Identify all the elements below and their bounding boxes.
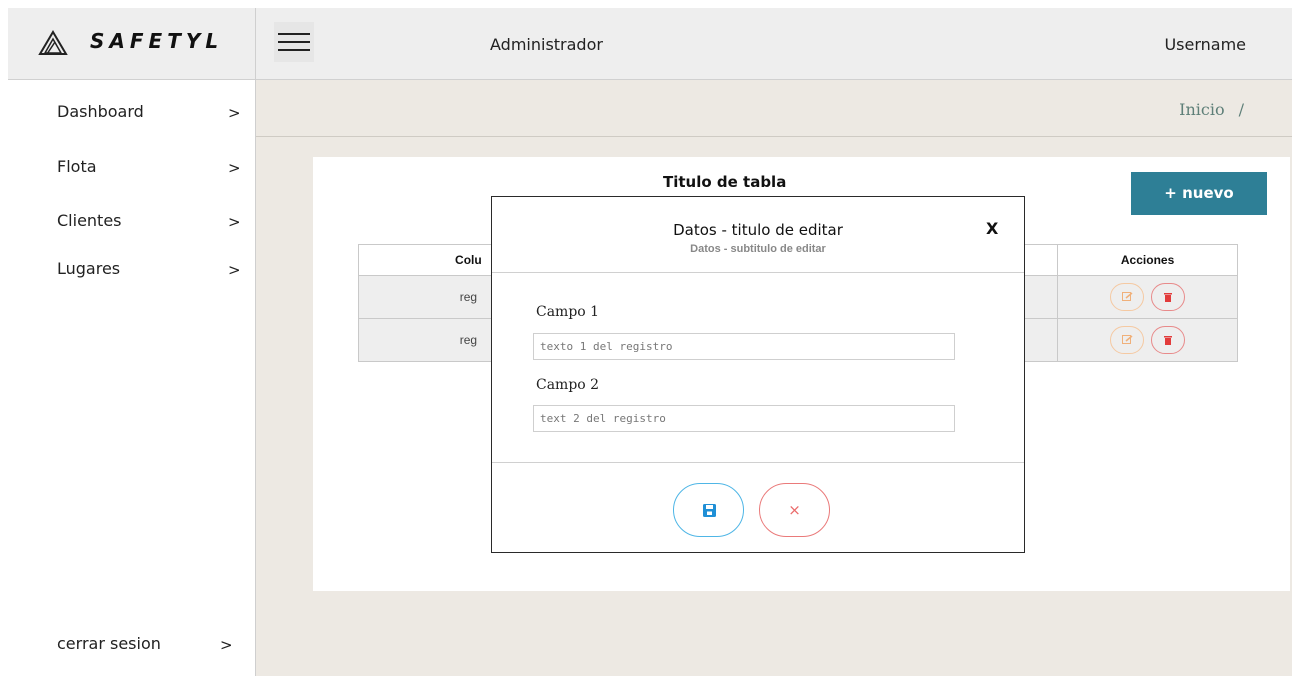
user-role: Administrador xyxy=(490,35,603,54)
trash-icon[interactable] xyxy=(1151,283,1186,311)
actions-cell xyxy=(1057,275,1238,319)
trash-icon[interactable] xyxy=(1151,326,1186,354)
sidebar: SAFETYL Dashboard > Flota > Clientes > L… xyxy=(8,8,256,676)
modal-body: Campo 1 Campo 2 xyxy=(492,274,1024,463)
field-label-campo-2: Campo 2 xyxy=(536,377,600,393)
column-header-actions: Acciones xyxy=(1057,244,1238,276)
top-header: Administrador Username xyxy=(256,8,1292,80)
sidebar-item-lugares[interactable]: Lugares > xyxy=(8,259,255,295)
field-label-campo-1: Campo 1 xyxy=(536,304,600,320)
triangle-logo-icon xyxy=(38,30,68,56)
campo-2-input[interactable] xyxy=(533,405,955,432)
hamburger-icon[interactable] xyxy=(274,22,314,62)
modal-footer: × xyxy=(492,464,1024,552)
sidebar-item-label: Lugares xyxy=(57,259,121,278)
sidebar-item-label: Clientes xyxy=(57,211,122,230)
sidebar-item-label: Flota xyxy=(57,157,97,176)
edit-icon[interactable] xyxy=(1109,326,1144,354)
breadcrumb-trail: Inicio / xyxy=(1179,100,1244,119)
chevron-right-icon: > xyxy=(220,636,233,654)
breadcrumb-separator: / xyxy=(1238,100,1244,119)
chevron-right-icon: > xyxy=(228,159,241,177)
edit-modal: Datos - titulo de editar Datos - subtitu… xyxy=(491,196,1025,553)
campo-1-input[interactable] xyxy=(533,333,955,360)
logout-button[interactable]: cerrar sesion > xyxy=(8,634,255,664)
brand-name: SAFETYL xyxy=(90,29,224,53)
modal-close-button[interactable]: X xyxy=(986,219,998,238)
edit-icon[interactable] xyxy=(1109,283,1144,311)
save-button[interactable] xyxy=(673,483,744,537)
username-menu[interactable]: Username xyxy=(1164,35,1246,54)
brand-bar: SAFETYL xyxy=(8,8,255,80)
chevron-right-icon: > xyxy=(228,104,241,122)
new-record-button[interactable]: + nuevo xyxy=(1131,172,1267,215)
cancel-button[interactable]: × xyxy=(759,483,830,537)
sidebar-item-flota[interactable]: Flota > xyxy=(8,157,255,193)
table-title: Titulo de tabla xyxy=(663,173,787,191)
breadcrumb: Inicio / xyxy=(256,80,1292,137)
sidebar-item-clientes[interactable]: Clientes > xyxy=(8,211,255,247)
modal-subtitle: Datos - subtitulo de editar xyxy=(690,243,826,255)
logout-label: cerrar sesion xyxy=(57,634,161,653)
actions-cell xyxy=(1057,318,1238,362)
chevron-right-icon: > xyxy=(228,213,241,231)
chevron-right-icon: > xyxy=(228,261,241,279)
modal-header: Datos - titulo de editar Datos - subtitu… xyxy=(492,197,1024,273)
breadcrumb-home-link[interactable]: Inicio xyxy=(1179,100,1224,119)
save-floppy-icon xyxy=(703,504,716,517)
modal-title: Datos - titulo de editar xyxy=(673,221,843,239)
sidebar-item-dashboard[interactable]: Dashboard > xyxy=(8,102,255,138)
sidebar-item-label: Dashboard xyxy=(57,102,144,121)
